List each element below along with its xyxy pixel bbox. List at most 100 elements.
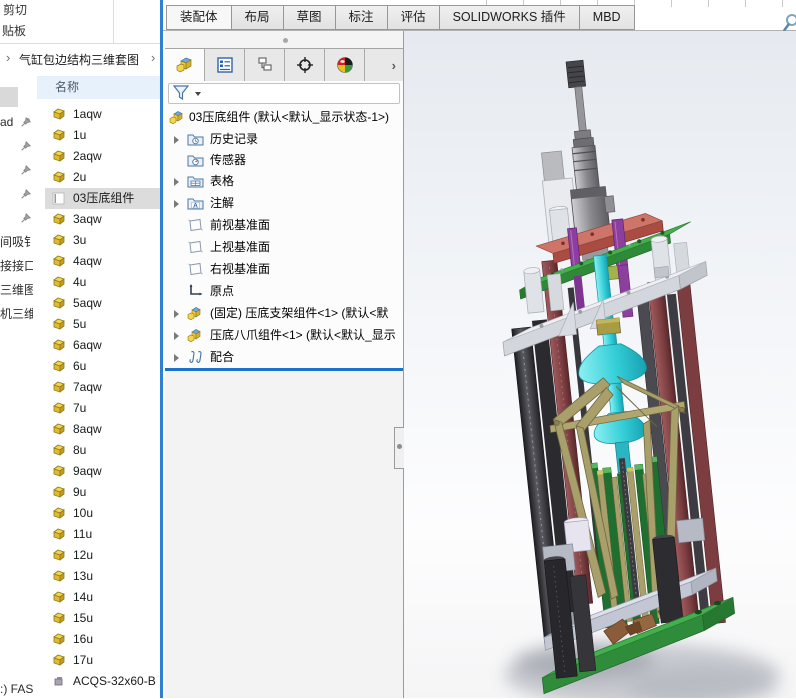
tree-item-origin[interactable]: 原点 — [165, 281, 403, 301]
tab-feature-manager[interactable] — [165, 49, 205, 81]
tab-display-manager[interactable] — [325, 49, 365, 81]
solidworks-part-icon — [53, 402, 65, 414]
file-row[interactable]: 10u — [45, 503, 161, 524]
file-row[interactable]: 5u — [45, 314, 161, 335]
filter-funnel-icon — [173, 85, 190, 101]
file-name: 14u — [73, 590, 94, 604]
tab-evaluate[interactable]: 评估 — [386, 5, 440, 30]
pin-icon — [21, 189, 31, 199]
nav-item-fragment[interactable] — [0, 184, 34, 204]
tree-filter-area — [165, 81, 403, 104]
filter-dropdown-caret-icon[interactable] — [195, 92, 201, 96]
tree-item-right-plane[interactable]: 右视基准面 — [165, 259, 403, 279]
nav-item-fragment[interactable] — [0, 160, 34, 180]
plane-icon — [188, 218, 203, 232]
file-row[interactable]: ACQS-32x60-B — [45, 671, 161, 692]
tree-item-subassembly-claw[interactable]: 压底八爪组件<1> (默认<默认_显示 — [165, 325, 403, 345]
panel-tabs-overflow-chevron[interactable]: › — [392, 58, 396, 73]
nav-item-fragment[interactable]: ad — [0, 112, 34, 132]
nav-item-fragment[interactable]: 机三维 — [0, 304, 33, 324]
nav-item-fragment[interactable] — [0, 208, 34, 228]
expand-arrow-icon[interactable] — [174, 332, 179, 340]
tab-solidworks-addins[interactable]: SOLIDWORKS 插件 — [438, 5, 580, 30]
file-row[interactable]: 9aqw — [45, 461, 161, 482]
tab-property-manager[interactable] — [205, 49, 245, 81]
tree-item-tables[interactable]: 表格 — [165, 171, 403, 191]
file-row[interactable]: 13u — [45, 566, 161, 587]
file-name: 7aqw — [73, 380, 102, 394]
file-row[interactable]: 4aqw — [45, 251, 161, 272]
expand-arrow-icon[interactable] — [174, 200, 179, 208]
tab-dimxpert-manager[interactable] — [285, 49, 325, 81]
file-name: 4u — [73, 275, 87, 289]
file-row[interactable]: 7u — [45, 398, 161, 419]
expand-arrow-icon[interactable] — [174, 178, 179, 186]
tree-filter-input[interactable] — [168, 83, 400, 104]
ribbon-group-separator — [671, 0, 672, 7]
tab-configuration-manager[interactable] — [245, 49, 285, 81]
tab-layout[interactable]: 布局 — [230, 5, 284, 30]
tab-markup[interactable]: 标注 — [334, 5, 388, 30]
expand-arrow-icon[interactable] — [174, 136, 179, 144]
breadcrumb-forward-arrow-icon[interactable]: › — [151, 50, 155, 65]
file-row[interactable]: 5aqw — [45, 293, 161, 314]
tree-item-top-plane[interactable]: 上视基准面 — [165, 237, 403, 257]
panel-drag-handle[interactable] — [283, 38, 288, 43]
file-row[interactable]: 2u — [45, 167, 161, 188]
search-icon[interactable] — [783, 13, 796, 33]
file-row[interactable]: 6u — [45, 356, 161, 377]
solidworks-part-icon — [53, 528, 65, 540]
file-row-selected[interactable]: 03压底组件 — [45, 188, 161, 209]
files-column-header-name[interactable]: 名称 — [37, 76, 179, 99]
nav-item-fragment[interactable] — [0, 136, 34, 156]
file-row[interactable]: 11u — [45, 524, 161, 545]
tree-item-mates[interactable]: 配合 — [165, 347, 403, 367]
tab-sketch[interactable]: 草图 — [282, 5, 336, 30]
explorer-ribbon-cut-label[interactable]: 剪切 — [3, 1, 27, 18]
file-row[interactable]: 4u — [45, 272, 161, 293]
file-name: 6aqw — [73, 338, 102, 352]
breadcrumb[interactable]: 气缸包边结构三维套图 — [19, 51, 139, 68]
tab-mbd[interactable]: MBD — [578, 5, 635, 30]
tree-item-label: 历史记录 — [210, 132, 259, 146]
file-row[interactable]: 1aqw — [45, 104, 161, 125]
expand-arrow-icon[interactable] — [174, 354, 179, 362]
solidworks-part-icon — [53, 381, 65, 393]
tree-item-front-plane[interactable]: 前视基准面 — [165, 215, 403, 235]
tree-item-annotations[interactable]: A 注解 — [165, 193, 403, 213]
nav-item-fragment[interactable]: 三维图 — [0, 280, 33, 300]
graphics-viewport[interactable] — [404, 31, 796, 698]
file-row[interactable]: 14u — [45, 587, 161, 608]
file-row[interactable]: 17u — [45, 650, 161, 671]
file-row[interactable]: 1u — [45, 125, 161, 146]
file-row[interactable]: 3aqw — [45, 209, 161, 230]
file-name: 1u — [73, 128, 87, 142]
solidworks-part-icon — [53, 444, 65, 456]
origin-icon — [189, 284, 203, 296]
expand-arrow-icon[interactable] — [174, 310, 179, 318]
nav-item-fragment[interactable]: 间吸钅 — [0, 232, 33, 252]
file-row[interactable]: 6aqw — [45, 335, 161, 356]
tab-assembly[interactable]: 装配体 — [166, 5, 232, 30]
tree-item-subassembly-bracket[interactable]: (固定) 压底支架组件<1> (默认<默 — [165, 303, 403, 323]
3d-model-assembly[interactable] — [404, 31, 796, 698]
file-row[interactable]: 7aqw — [45, 377, 161, 398]
tree-item-history[interactable]: 历史记录 — [165, 129, 403, 149]
file-row[interactable]: 9u — [45, 482, 161, 503]
tree-item-sensors[interactable]: 传感器 — [165, 150, 403, 170]
solidworks-part-icon — [53, 486, 65, 498]
nav-drive-fragment[interactable]: :) FAS — [0, 679, 34, 699]
file-row[interactable]: 16u — [45, 629, 161, 650]
breadcrumb-back-arrow-icon[interactable]: › — [6, 50, 10, 65]
file-row[interactable]: 12u — [45, 545, 161, 566]
file-row[interactable]: 15u — [45, 608, 161, 629]
tree-item-label: 传感器 — [210, 153, 247, 167]
nav-item-fragment[interactable]: 接接口 — [0, 256, 33, 276]
file-row[interactable]: 8u — [45, 440, 161, 461]
tree-root-assembly[interactable]: 03压底组件 (默认<默认_显示状态-1>) — [165, 107, 403, 127]
panel-top-strip — [165, 31, 403, 48]
file-row[interactable]: 3u — [45, 230, 161, 251]
file-row[interactable]: 2aqw — [45, 146, 161, 167]
solidworks-part-icon — [53, 255, 65, 267]
file-row[interactable]: 8aqw — [45, 419, 161, 440]
